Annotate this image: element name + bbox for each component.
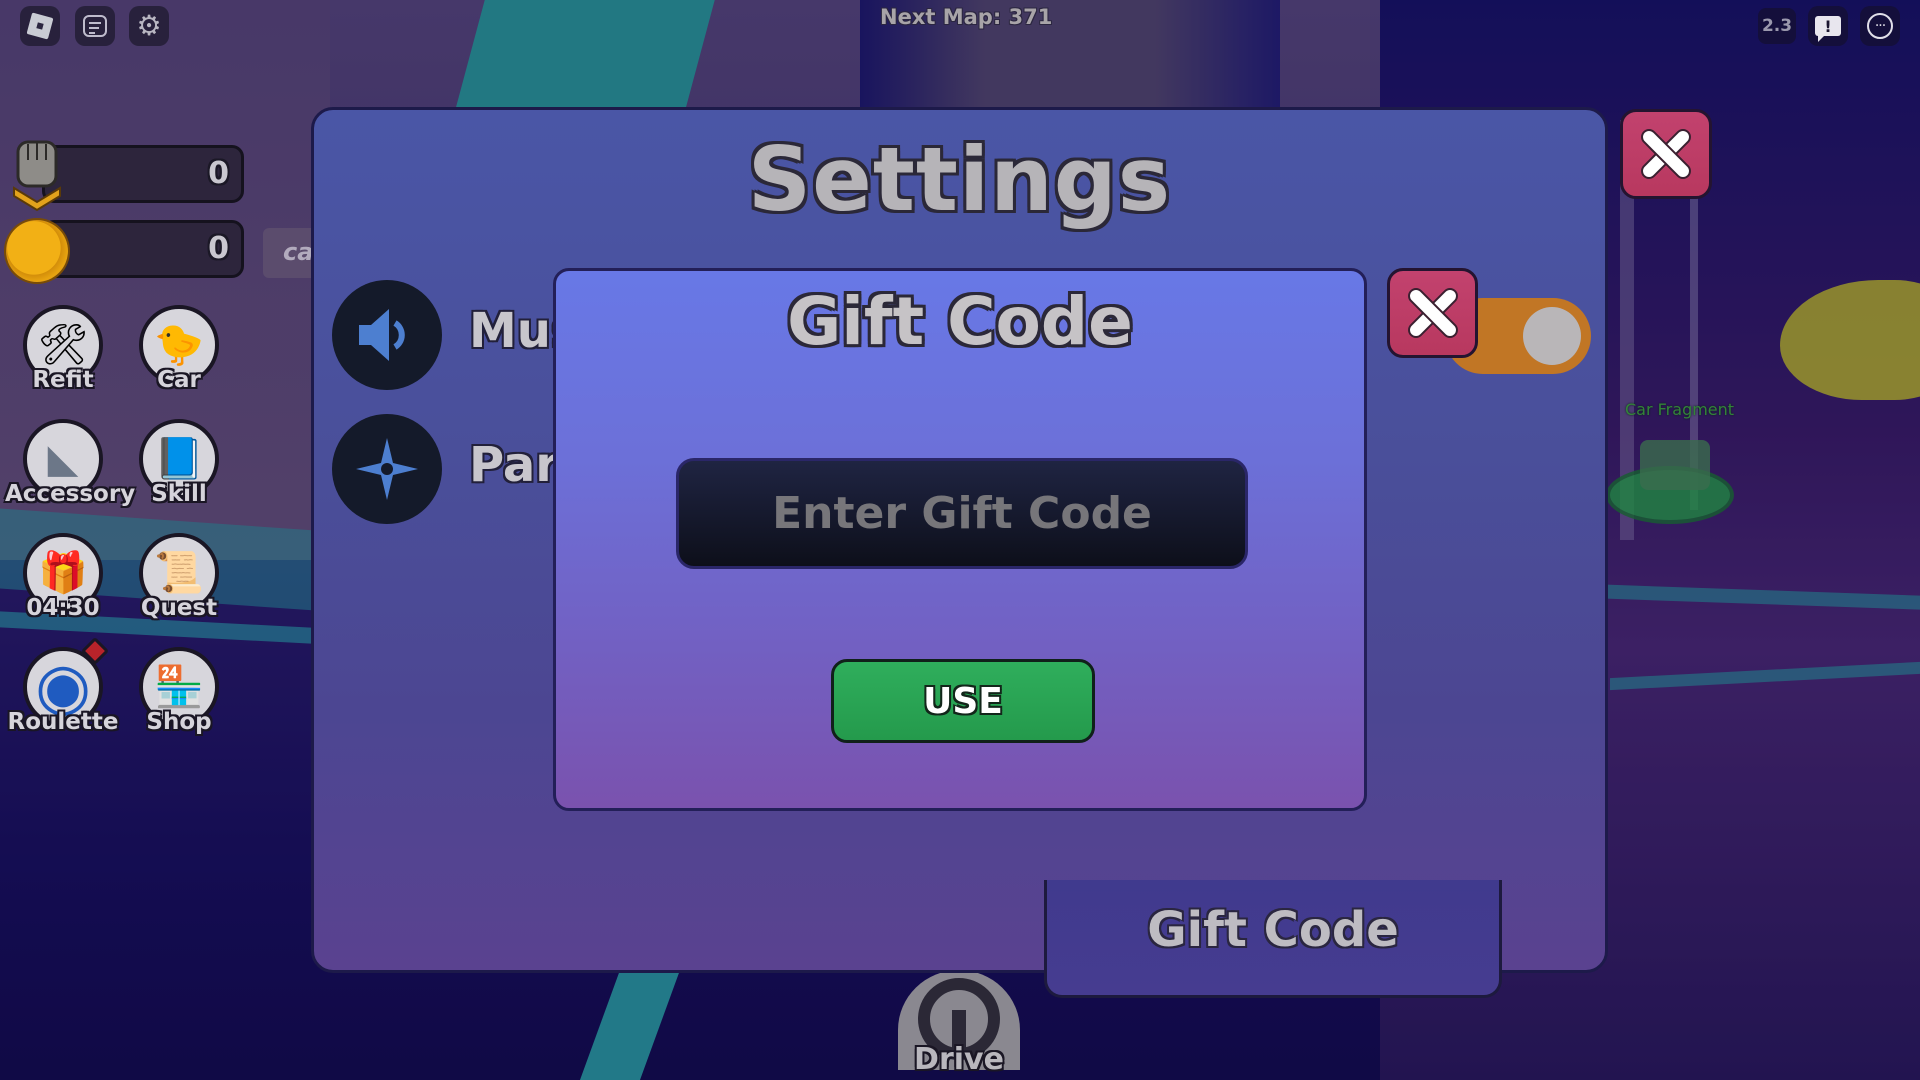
cone-icon: ◣ xyxy=(47,436,79,482)
gear-icon: ⚙ xyxy=(136,9,162,42)
gift-code-close-button[interactable] xyxy=(1387,268,1478,358)
report-button[interactable]: ! xyxy=(1808,6,1848,46)
fps-readout: 2.3 xyxy=(1758,8,1796,44)
menu-accessory-label: Accessory xyxy=(5,481,136,507)
menu-gift-timer-button[interactable]: 🎁 04:30 xyxy=(5,533,121,633)
menu-shop-label: Shop xyxy=(146,709,212,735)
roblox-menu-button[interactable] xyxy=(20,6,60,46)
coin-icon xyxy=(6,220,68,282)
drive-button[interactable]: Drive xyxy=(898,970,1020,1080)
chat-icon xyxy=(83,15,107,37)
menu-roulette-button[interactable]: ◉ Roulette xyxy=(5,636,121,747)
toggle-knob xyxy=(1523,307,1581,365)
ellipsis-icon: ··· xyxy=(1867,13,1893,39)
menu-quest-label: Quest xyxy=(140,595,218,621)
more-options-button[interactable]: ··· xyxy=(1860,6,1900,46)
settings-close-button[interactable] xyxy=(1620,109,1712,199)
menu-car-button[interactable]: 🐤 Car xyxy=(121,305,237,405)
shop-icon: 🏪 xyxy=(154,664,204,710)
menu-quest-button[interactable]: 📜 Quest xyxy=(121,533,237,633)
chat-button[interactable] xyxy=(75,6,115,46)
menu-car-label: Car xyxy=(157,367,201,393)
scroll-icon: 📜 xyxy=(154,550,204,596)
gift-code-title: Gift Code xyxy=(787,283,1133,360)
gift-icon: 🎁 xyxy=(38,550,88,596)
roblox-logo-icon xyxy=(26,12,54,40)
menu-skill-label: Skill xyxy=(151,481,207,507)
close-icon xyxy=(1403,283,1463,343)
use-button[interactable]: USE xyxy=(831,659,1095,743)
gift-code-modal: Gift Code USE xyxy=(553,268,1367,811)
duck-car-icon: 🐤 xyxy=(154,322,204,368)
menu-refit-button[interactable]: 🛠 Refit xyxy=(5,305,121,405)
gift-code-tab-button[interactable]: Gift Code xyxy=(1044,880,1502,998)
fist-icon xyxy=(13,140,61,212)
menu-skill-button[interactable]: 📘 Skill xyxy=(121,419,237,519)
gift-timer-label: 04:30 xyxy=(26,595,100,621)
menu-accessory-button[interactable]: ◣ Accessory xyxy=(5,419,136,519)
particles-row-icon xyxy=(332,414,442,524)
skill-book-icon: 📘 xyxy=(154,436,204,482)
settings-button[interactable]: ⚙ xyxy=(129,6,169,46)
gift-code-tab-label: Gift Code xyxy=(1147,902,1399,958)
settings-title: Settings xyxy=(747,128,1172,231)
coin-value: 0 xyxy=(208,231,229,266)
sparkle-icon xyxy=(356,438,418,500)
strength-value: 0 xyxy=(208,156,229,191)
gift-code-input[interactable] xyxy=(676,458,1248,569)
music-row-icon xyxy=(332,280,442,390)
menu-shop-button[interactable]: 🏪 Shop xyxy=(121,647,237,747)
next-map-label: Next Map: 371 xyxy=(880,5,1053,29)
wrench-brush-icon: 🛠 xyxy=(37,322,89,368)
speaker-icon xyxy=(359,309,405,361)
menu-roulette-label: Roulette xyxy=(7,709,119,735)
close-icon xyxy=(1636,124,1696,184)
drive-label: Drive xyxy=(914,1042,1004,1077)
report-icon: ! xyxy=(1815,16,1841,42)
strength-currency-bar: 0 xyxy=(42,145,244,203)
coin-currency-bar: 0 xyxy=(42,220,244,278)
menu-refit-label: Refit xyxy=(32,367,94,393)
